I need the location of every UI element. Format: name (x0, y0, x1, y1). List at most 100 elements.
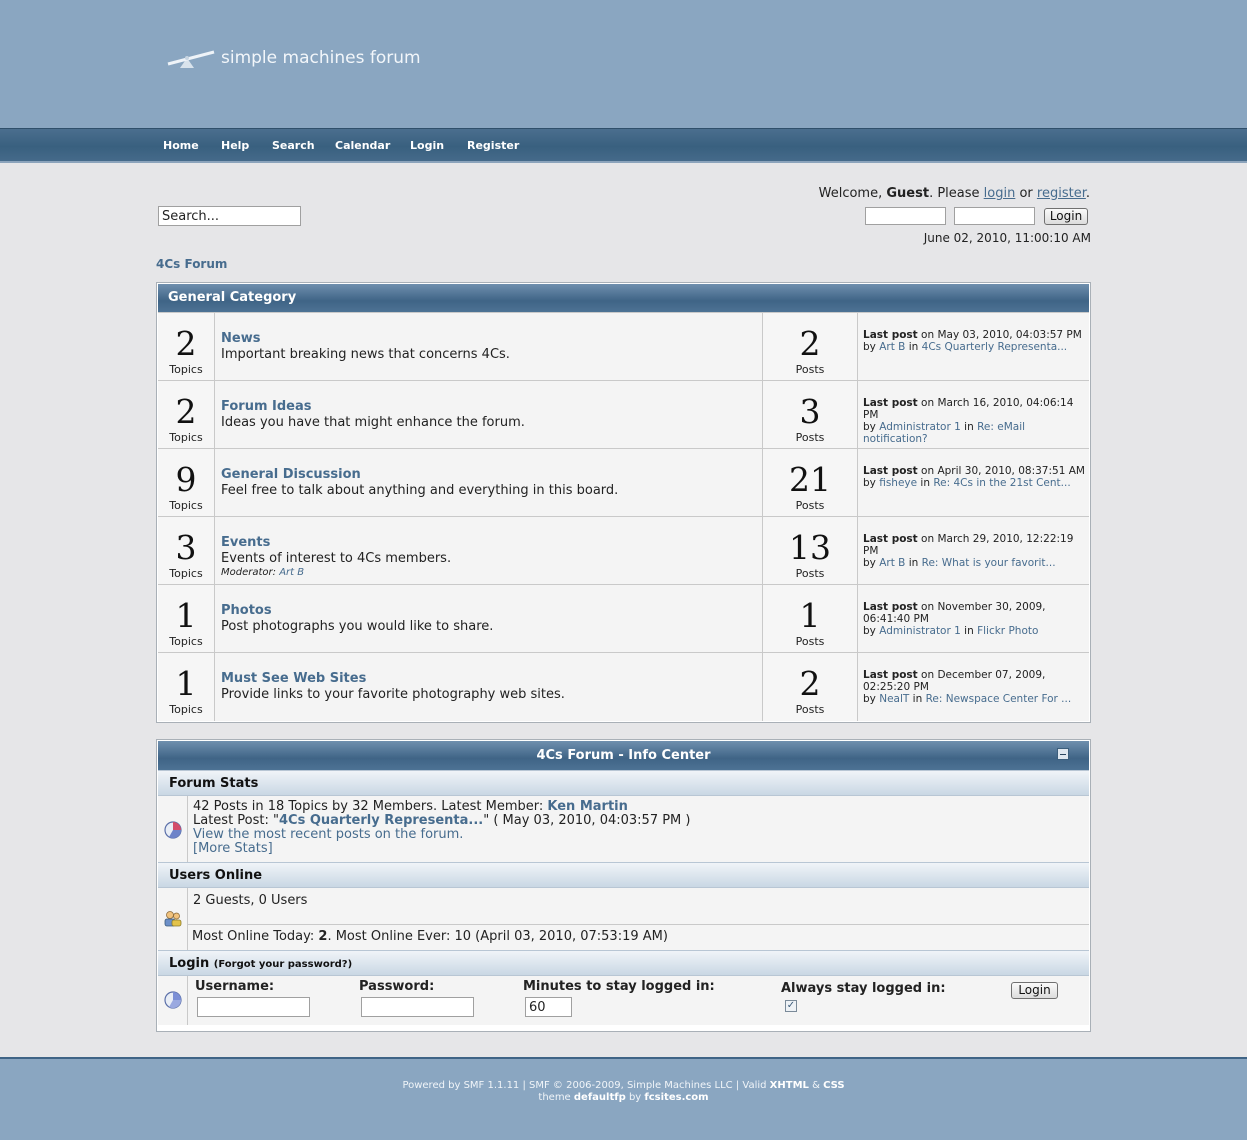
menu-register[interactable]: Register (467, 139, 519, 152)
category-header[interactable]: General Category (158, 284, 1089, 312)
posts-label: Posts (795, 431, 825, 444)
password-field[interactable] (361, 997, 474, 1017)
last-post-user-link[interactable]: Administrator 1 (879, 625, 961, 637)
posts-label: Posts (795, 567, 825, 580)
theme-link[interactable]: defaultfp (574, 1092, 626, 1103)
welcome-or: or (1015, 186, 1037, 201)
board-description: Post photographs you would like to share… (221, 619, 494, 634)
menu-home[interactable]: Home (163, 139, 199, 152)
footer-amp: & (808, 1080, 824, 1091)
users-online-row: 2 Guests, 0 Users Most Online Today: 2. … (158, 888, 1089, 950)
last-post-by: by (863, 625, 880, 637)
last-post-by: by (863, 341, 880, 353)
last-post-topic-link[interactable]: Re: What is your favorit... (922, 557, 1056, 569)
board-info-cell: General Discussion Feel free to talk abou… (215, 449, 763, 517)
breadcrumb-forum[interactable]: 4Cs Forum (156, 257, 227, 271)
login-link[interactable]: login (984, 186, 1016, 201)
forum-stats-heading: Forum Stats (158, 770, 1089, 796)
always-logged-checkbox[interactable]: ✓ (785, 1000, 797, 1012)
users-online-icon[interactable] (163, 909, 183, 929)
minutes-field[interactable] (525, 997, 572, 1017)
category-box: General Category 2 Topics News Important br… (156, 282, 1091, 723)
board-topics-cell: 3 Topics (158, 517, 215, 585)
board-lastpost-cell: Last post on November 30, 2009, 06:41:40… (858, 585, 1089, 653)
moderator-link[interactable]: Art B (279, 567, 304, 578)
board-name-link[interactable]: Must See Web Sites (221, 671, 366, 686)
last-post-in: in (917, 477, 934, 489)
board-name-link[interactable]: General Discussion (221, 467, 361, 482)
css-link[interactable]: CSS (823, 1080, 844, 1091)
last-post-by: by (863, 693, 880, 705)
last-post-in: in (960, 625, 978, 637)
xhtml-link[interactable]: XHTML (770, 1080, 809, 1091)
posts-label: Posts (795, 499, 825, 512)
last-post-by: by (863, 557, 880, 569)
latest-post-link[interactable]: 4Cs Quarterly Representa... (279, 813, 483, 828)
menu-login[interactable]: Login (410, 139, 444, 152)
board-topics-cell: 2 Topics (158, 381, 215, 449)
recent-posts-link[interactable]: View the most recent posts on the forum. (193, 827, 463, 842)
last-post-topic-link[interactable]: Re: 4Cs in the 21st Cent... (933, 477, 1070, 489)
posts-label: Posts (795, 703, 825, 716)
stats-pie-icon[interactable] (163, 820, 183, 840)
collapse-icon[interactable] (1057, 748, 1069, 760)
menu-help[interactable]: Help (221, 139, 249, 152)
board-topics-cell: 1 Topics (158, 653, 215, 721)
menu-calendar[interactable]: Calendar (335, 139, 390, 152)
board-name-link[interactable]: Events (221, 535, 270, 550)
board-post-count: 3 (799, 392, 821, 431)
last-post-user-link[interactable]: Art B (879, 341, 905, 353)
last-post-topic-link[interactable]: Re: Newspace Center For ... (926, 693, 1072, 705)
last-post-user-link[interactable]: Administrator 1 (879, 421, 961, 433)
board-lastpost-cell: Last post on April 30, 2010, 08:37:51 AM… (858, 449, 1089, 517)
board-description: Feel free to talk about anything and eve… (221, 483, 619, 498)
password-label: Password: (359, 979, 435, 994)
last-post-user-link[interactable]: fisheye (879, 477, 917, 489)
theme-prefix: theme (538, 1092, 574, 1103)
search-input[interactable] (158, 206, 301, 226)
last-post-topic-link[interactable]: Flickr Photo (977, 625, 1038, 637)
last-post-user-link[interactable]: NealT (879, 693, 909, 705)
forgot-password-link[interactable]: (Forgot your password?) (214, 959, 352, 970)
register-link[interactable]: register (1037, 186, 1086, 201)
topics-label: Topics (169, 635, 203, 648)
last-post-topic-link[interactable]: 4Cs Quarterly Representa... (922, 341, 1068, 353)
quick-login-username[interactable] (865, 207, 946, 225)
last-post-user-link[interactable]: Art B (879, 557, 905, 569)
logo-text: simple machines forum (221, 48, 421, 68)
latest-member-link[interactable]: Ken Martin (547, 799, 628, 814)
more-stats-link[interactable]: [More Stats] (193, 841, 273, 856)
site-link[interactable]: fcsites.com (644, 1092, 708, 1103)
board-name-link[interactable]: Photos (221, 603, 272, 618)
board-list: 2 Topics News Important breaking news that … (158, 312, 1089, 721)
login-row: Username: Password: Minutes to stay logg… (158, 976, 1089, 1025)
last-post-info: Last post on April 30, 2010, 08:37:51 AM… (863, 465, 1085, 489)
menu-search[interactable]: Search (272, 139, 315, 152)
quick-login-password[interactable] (954, 207, 1035, 225)
last-post-info: Last post on March 29, 2010, 12:22:19 PM… (863, 533, 1085, 569)
board-row: 9 Topics General Discussion Feel free to ta… (158, 448, 1089, 517)
board-name-link[interactable]: Forum Ideas (221, 399, 312, 414)
last-post-in: in (909, 693, 926, 705)
users-online-text: 2 Guests, 0 Users (193, 893, 308, 908)
last-post-label: Last post (863, 397, 918, 409)
board-posts-cell: 1 Posts (763, 585, 858, 653)
board-posts-cell: 21 Posts (763, 449, 858, 517)
board-topic-count: 1 (175, 596, 197, 635)
login-icon[interactable] (163, 990, 183, 1010)
theme-name: defaultfp (573, 1092, 626, 1103)
board-name-link[interactable]: News (221, 331, 260, 346)
board-info-cell: Must See Web Sites Provide links to your … (215, 653, 763, 721)
last-post-date: on April 30, 2010, 08:37:51 AM (917, 465, 1085, 477)
board-description: Important breaking news that concerns 4C… (221, 347, 510, 362)
username-field[interactable] (197, 997, 310, 1017)
topics-label: Topics (169, 363, 203, 376)
moderator-label: Moderator: (221, 567, 280, 578)
login-button[interactable]: Login (1011, 982, 1058, 999)
last-post-by: by (863, 421, 880, 433)
users-divider (188, 924, 1089, 925)
quick-login-button[interactable]: Login (1044, 208, 1088, 225)
welcome-end: . (1085, 186, 1090, 201)
board-moderator: Moderator: Art B (221, 567, 304, 578)
current-date: June 02, 2010, 11:00:10 AM (923, 231, 1091, 245)
